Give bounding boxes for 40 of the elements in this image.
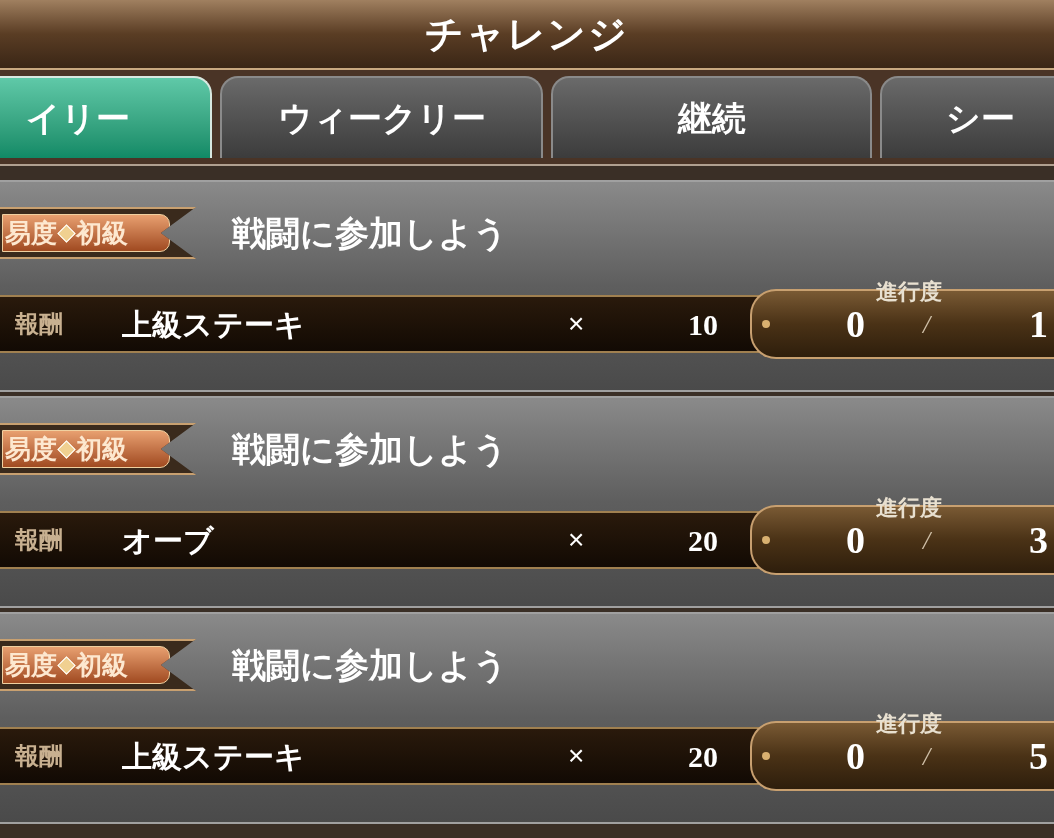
progress-current: 0 (846, 301, 865, 347)
progress-label: 進行度 (876, 278, 942, 306)
difficulty-label: 易度 (5, 432, 57, 466)
difficulty-label: 易度 (5, 648, 57, 682)
rivet-icon (762, 320, 770, 328)
screen-title: チャレンジ (424, 11, 630, 57)
tab[interactable]: 継続 (551, 76, 872, 158)
reward-label: 報酬 (15, 741, 64, 771)
reward-item: オーブ (122, 522, 215, 559)
difficulty-level: 初級 (76, 648, 128, 682)
tab[interactable]: シー (880, 76, 1054, 158)
challenge-title: 戦闘に参加しよう (232, 644, 508, 686)
rivet-icon (762, 752, 770, 760)
times-sign: × (568, 307, 585, 341)
progress-current: 0 (846, 733, 865, 779)
challenge-title: 戦闘に参加しよう (232, 212, 508, 254)
difficulty-level: 初級 (76, 432, 128, 466)
difficulty-level: 初級 (76, 216, 128, 250)
difficulty-label: 易度 (5, 216, 57, 250)
challenge-title: 戦闘に参加しよう (232, 428, 508, 470)
times-sign: × (568, 523, 585, 557)
progress-label: 進行度 (876, 494, 942, 522)
progress-target: 1 (1029, 301, 1048, 347)
progress-slash: / (923, 524, 931, 557)
reward-label: 報酬 (15, 525, 64, 555)
progress-current: 0 (846, 517, 865, 563)
tab[interactable]: ウィークリー (220, 76, 543, 158)
progress-target: 3 (1029, 517, 1048, 563)
reward-quantity: 10 (688, 306, 718, 343)
reward-item: 上級ステーキ (122, 306, 306, 343)
reward-item: 上級ステーキ (122, 738, 306, 775)
progress-label: 進行度 (876, 710, 942, 738)
times-sign: × (568, 739, 585, 773)
rivet-icon (762, 536, 770, 544)
progress-slash: / (923, 308, 931, 341)
reward-label: 報酬 (15, 309, 64, 339)
progress-slash: / (923, 740, 931, 773)
reward-quantity: 20 (688, 738, 718, 775)
progress-target: 5 (1029, 733, 1048, 779)
reward-quantity: 20 (688, 522, 718, 559)
